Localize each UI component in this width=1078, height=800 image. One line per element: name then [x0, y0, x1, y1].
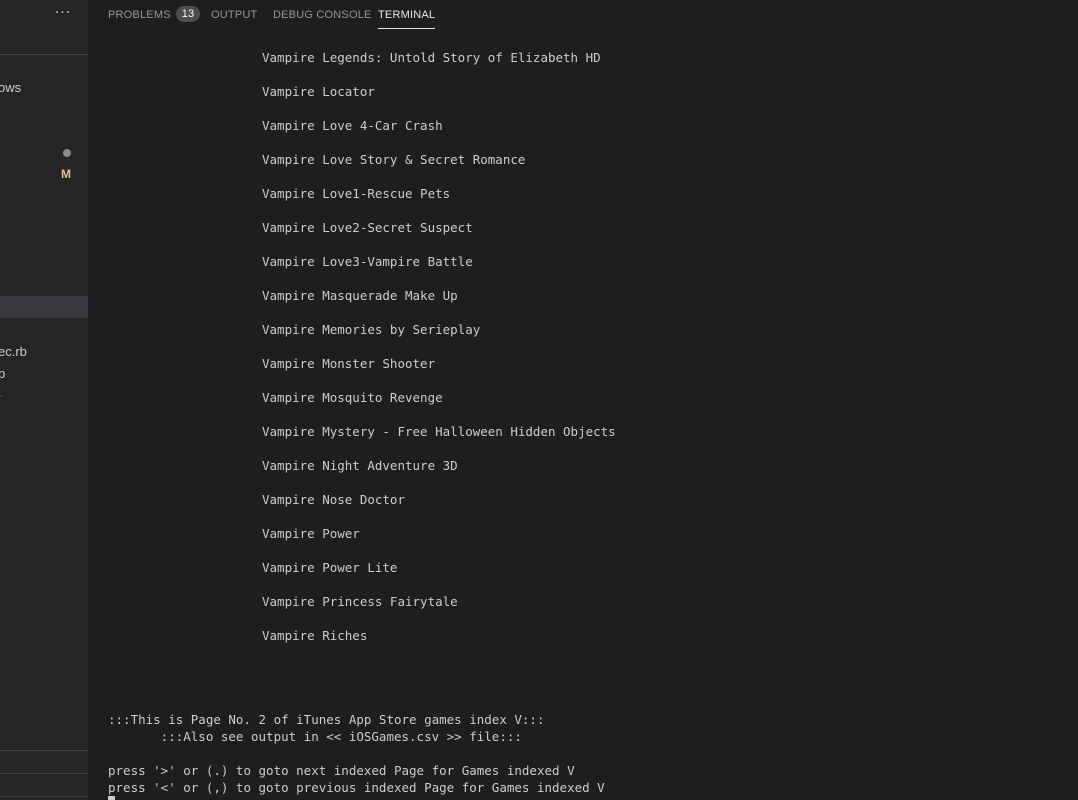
- tab-debug-console-label: DEBUG CONSOLE: [273, 9, 372, 21]
- terminal-output[interactable]: Vampire Legends: Untold Story of Elizabe…: [88, 30, 1078, 800]
- terminal-line: Vampire Love1-Rescue Pets: [262, 186, 451, 201]
- terminal-line: Vampire Riches: [262, 628, 368, 643]
- problems-count-badge: 13: [175, 6, 201, 23]
- tab-terminal-label: TERMINAL: [378, 9, 436, 21]
- terminal-line: Vampire Love Story & Secret Romance: [262, 152, 526, 167]
- terminal-line: Vampire Mystery - Free Halloween Hidden …: [262, 424, 616, 439]
- modified-badge: M: [61, 167, 71, 181]
- sidebar-divider: [0, 796, 88, 797]
- sidebar-item-workflows[interactable]: ows: [0, 80, 21, 95]
- terminal-line: :::This is Page No. 2 of iTunes App Stor…: [108, 712, 545, 727]
- sidebar-item-spec-file[interactable]: ec.rb: [0, 344, 27, 359]
- terminal-line: Vampire Nose Doctor: [262, 492, 405, 507]
- terminal-line: Vampire Love3-Vampire Battle: [262, 254, 473, 269]
- terminal-line: Vampire Power Lite: [262, 560, 398, 575]
- tab-debug-console[interactable]: DEBUG CONSOLE: [273, 0, 372, 30]
- terminal-line: Vampire Monster Shooter: [262, 356, 436, 371]
- terminal-line: press '<' or (,) to goto previous indexe…: [108, 780, 605, 795]
- error-mark-icon: ·: [0, 392, 4, 403]
- tab-output-label: OUTPUT: [211, 9, 258, 21]
- terminal-cursor: [108, 796, 115, 800]
- terminal-line: :::Also see output in << iOSGames.csv >>…: [108, 729, 522, 744]
- terminal-line: Vampire Masquerade Make Up: [262, 288, 458, 303]
- terminal-line: Vampire Locator: [262, 84, 375, 99]
- tab-problems-label: PROBLEMS: [108, 9, 171, 21]
- panel-tabs: PROBLEMS 13 OUTPUT DEBUG CONSOLE TERMINAL: [88, 0, 1078, 30]
- terminal-line: Vampire Love2-Secret Suspect: [262, 220, 473, 235]
- sidebar-selected-row[interactable]: [0, 296, 88, 318]
- sidebar-item-rb-file[interactable]: b: [0, 366, 5, 381]
- sidebar-divider: [0, 750, 88, 751]
- terminal-line: Vampire Memories by Serieplay: [262, 322, 481, 337]
- bottom-panel: PROBLEMS 13 OUTPUT DEBUG CONSOLE TERMINAL…: [88, 0, 1078, 800]
- terminal-line: press '>' or (.) to goto next indexed Pa…: [108, 763, 575, 778]
- terminal-line: Vampire Princess Fairytale: [262, 594, 458, 609]
- explorer-sidebar: ··· ows M ec.rb b ·: [0, 0, 88, 800]
- tab-output[interactable]: OUTPUT: [211, 0, 257, 30]
- tab-terminal[interactable]: TERMINAL: [378, 0, 436, 30]
- more-actions-icon[interactable]: ···: [52, 2, 74, 24]
- unsaved-dot-icon: [63, 149, 71, 157]
- sidebar-divider: [0, 773, 88, 774]
- terminal-line: Vampire Love 4-Car Crash: [262, 118, 443, 133]
- tab-problems[interactable]: PROBLEMS 13: [108, 0, 201, 30]
- sidebar-divider: [0, 54, 88, 55]
- terminal-line: Vampire Night Adventure 3D: [262, 458, 458, 473]
- terminal-line: Vampire Mosquito Revenge: [262, 390, 443, 405]
- terminal-line: Vampire Power: [262, 526, 360, 541]
- terminal-line: Vampire Legends: Untold Story of Elizabe…: [262, 50, 601, 65]
